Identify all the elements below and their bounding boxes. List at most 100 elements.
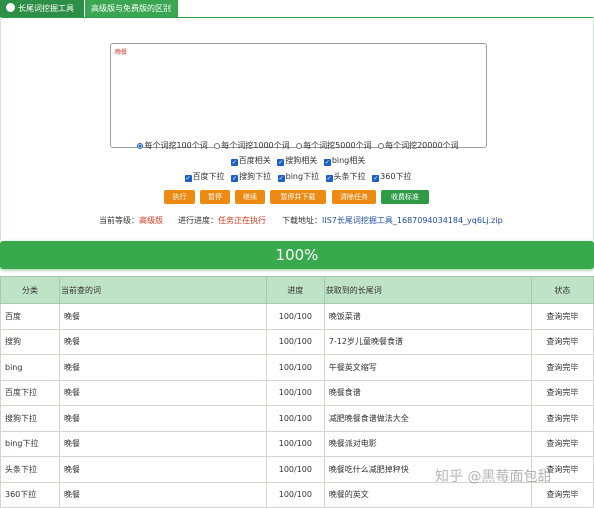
cell-category: bing下拉 (0, 430, 60, 457)
checkbox-checked-icon: ✓ (323, 159, 331, 166)
tab-version-compare[interactable]: 高级版与免费版的区别 (85, 0, 178, 17)
cell-progress: 100/100 (265, 328, 325, 355)
checkbox-label: 搜狗相关 (285, 156, 318, 165)
cell-category: 搜狗下拉 (0, 405, 60, 432)
pause-download-button[interactable]: 暂停并下载 (270, 190, 326, 204)
tab-bar: 长尾词挖掘工具 高级版与免费版的区别 (0, 0, 594, 18)
checkbox-baidu-dropdown[interactable]: ✓ 百度下拉 (184, 171, 225, 182)
checkbox-label: bing下拉 (285, 172, 320, 181)
header-longtail: 获取到的长尾词 (323, 276, 532, 304)
continue-button[interactable]: 继续 (235, 190, 265, 204)
cell-longtail: 晚饭菜谱 (323, 303, 532, 330)
radio-5000[interactable]: 每个词挖5000个词 (296, 140, 372, 151)
cell-query: 晚餐 (58, 481, 267, 508)
cell-query: 晚餐 (58, 328, 267, 355)
checkbox-sogou-dropdown[interactable]: ✓ 搜狗下拉 (231, 171, 271, 182)
checkbox-360-dropdown[interactable]: ✓ 360下拉 (372, 171, 411, 182)
keyword-value: 晚餐 (115, 49, 128, 56)
checkbox-checked-icon: ✓ (372, 175, 380, 182)
cell-longtail: 减肥晚餐食谱做法大全 (323, 405, 532, 432)
cell-query: 晚餐 (58, 430, 267, 457)
progress-label: 进行进度： (178, 216, 218, 225)
cell-longtail: 晚餐派对电影 (323, 430, 532, 457)
cell-category: 头条下拉 (0, 456, 60, 483)
depth-radio-group: 每个词挖100个词 每个词挖1000个词 每个词挖5000个词 每个词挖2000… (1, 140, 594, 151)
cell-longtail: 晚餐食谱 (323, 379, 532, 406)
table-row: 百度 晚餐 100/100 晚饭菜谱 查询完毕 (0, 303, 594, 330)
cell-progress: 100/100 (265, 481, 325, 508)
cell-progress: 100/100 (265, 405, 325, 432)
checkbox-checked-icon: ✓ (277, 175, 285, 182)
cell-status: 查询完毕 (530, 379, 594, 406)
pricing-button[interactable]: 收费标准 (381, 190, 429, 204)
cell-query: 晚餐 (58, 405, 267, 432)
radio-unselected-icon (214, 143, 221, 149)
cell-category: 搜狗 (0, 328, 60, 355)
radio-label: 每个词挖100个词 (144, 141, 208, 150)
cell-query: 晚餐 (58, 379, 267, 406)
cell-category: 百度下拉 (0, 379, 60, 406)
clear-task-button[interactable]: 清除任务 (332, 190, 376, 204)
radio-100[interactable]: 每个词挖100个词 (137, 140, 208, 151)
radio-unselected-icon (378, 143, 385, 149)
checkbox-bing-related[interactable]: ✓ bing相关 (323, 155, 366, 166)
checkbox-label: 搜狗下拉 (239, 172, 272, 181)
table-row: 搜狗 晚餐 100/100 7-12岁儿童晚餐食谱 查询完毕 (0, 328, 594, 355)
level-value: 高级版 (139, 216, 163, 225)
control-panel: 晚餐 每个词挖100个词 每个词挖1000个词 每个词挖5000个词 每个词挖2… (0, 17, 594, 240)
radio-label: 每个词挖5000个词 (303, 141, 372, 150)
header-query: 当前查的词 (58, 276, 267, 304)
radio-unselected-icon (296, 143, 303, 149)
cell-status: 查询完毕 (530, 405, 594, 432)
keyword-textarea[interactable]: 晚餐 (110, 43, 487, 148)
cell-progress: 100/100 (265, 379, 325, 406)
level-info: 当前等级：高级版 (99, 215, 163, 226)
tab-label: 长尾词挖掘工具 (18, 4, 74, 13)
progress-info: 进行进度：任务正在执行 (178, 215, 266, 226)
app-logo-icon (6, 3, 15, 12)
execute-button[interactable]: 执行 (164, 190, 195, 204)
checkbox-label: 百度相关 (238, 156, 271, 165)
table-row: bing下拉 晚餐 100/100 晚餐派对电影 查询完毕 (0, 430, 594, 457)
cell-status: 查询完毕 (530, 303, 594, 330)
checkbox-checked-icon: ✓ (230, 159, 238, 166)
table-row: bing 晚餐 100/100 午餐英文缩写 查询完毕 (0, 354, 594, 381)
cell-progress: 100/100 (265, 430, 325, 457)
download-link[interactable]: IIS7长尾词挖掘工具_1687094034184_yq6Lj.zip (322, 216, 503, 225)
checkbox-toutiao-dropdown[interactable]: ✓ 头条下拉 (325, 171, 366, 182)
radio-selected-icon (137, 143, 144, 149)
header-progress: 进度 (265, 276, 325, 304)
checkbox-label: 360下拉 (380, 172, 412, 181)
level-label: 当前等级： (99, 216, 139, 225)
cell-status: 查询完毕 (530, 354, 594, 381)
table-row: 搜狗下拉 晚餐 100/100 减肥晚餐食谱做法大全 查询完毕 (0, 405, 594, 432)
radio-1000[interactable]: 每个词挖1000个词 (214, 140, 290, 151)
tab-longtail-tool[interactable]: 长尾词挖掘工具 (0, 0, 84, 17)
radio-20000[interactable]: 每个词挖20000个词 (378, 140, 459, 151)
cell-category: 百度 (0, 303, 60, 330)
radio-label: 每个词挖20000个词 (385, 141, 459, 150)
download-label: 下载地址： (282, 216, 322, 225)
cell-query: 晚餐 (58, 303, 267, 330)
tab-label: 高级版与免费版的区别 (91, 4, 171, 13)
checkbox-checked-icon: ✓ (325, 175, 333, 182)
table-row: 百度下拉 晚餐 100/100 晚餐食谱 查询完毕 (0, 379, 594, 406)
checkbox-label: bing相关 (331, 156, 366, 165)
cell-category: 360下拉 (0, 481, 60, 508)
pause-button[interactable]: 暂停 (200, 190, 230, 204)
dropdown-check-group: ✓ 百度下拉 ✓ 搜狗下拉 ✓ bing下拉 ✓ 头条下拉 ✓ 360下拉 (1, 171, 594, 182)
cell-query: 晚餐 (58, 354, 267, 381)
checkbox-sogou-related[interactable]: ✓ 搜狗相关 (277, 155, 317, 166)
checkbox-checked-icon: ✓ (231, 175, 239, 182)
cell-longtail: 午餐英文缩写 (323, 354, 532, 381)
checkbox-bing-dropdown[interactable]: ✓ bing下拉 (277, 171, 320, 182)
checkbox-label: 头条下拉 (333, 172, 366, 181)
checkbox-baidu-related[interactable]: ✓ 百度相关 (230, 155, 271, 166)
cell-status: 查询完毕 (530, 430, 594, 457)
cell-query: 晚餐 (58, 456, 267, 483)
cell-progress: 100/100 (265, 354, 325, 381)
radio-label: 每个词挖1000个词 (221, 141, 290, 150)
header-category: 分类 (0, 276, 60, 304)
watermark-text: 知乎 @黑莓面包甜 (435, 469, 552, 485)
cell-category: bing (0, 354, 60, 381)
